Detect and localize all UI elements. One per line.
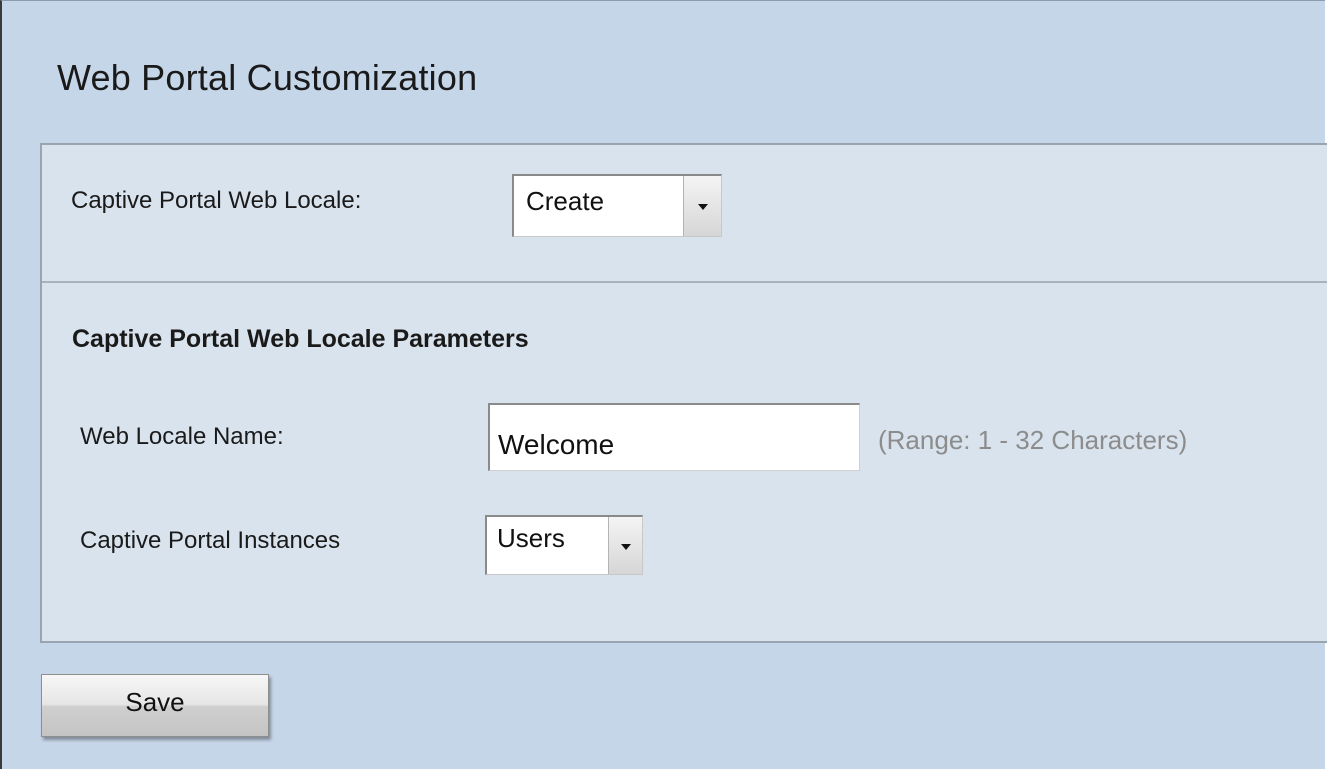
captive-portal-instances-select[interactable]: Users: [485, 515, 643, 575]
chevron-down-icon[interactable]: [683, 176, 721, 236]
captive-portal-instances-value: Users: [497, 523, 565, 553]
web-locale-select-value: Create: [526, 186, 605, 216]
web-locale-select[interactable]: Create: [512, 174, 722, 237]
captive-portal-instances-label: Captive Portal Instances: [80, 527, 341, 554]
web-locale-label: Captive Portal Web Locale:: [71, 187, 362, 214]
web-locale-name-label: Web Locale Name:: [80, 423, 284, 450]
save-button[interactable]: Save: [41, 674, 269, 737]
chevron-down-icon[interactable]: [608, 517, 642, 574]
web-portal-customization-page: Web Portal Customization Captive Portal …: [0, 0, 1327, 769]
parameters-heading: Captive Portal Web Locale Parameters: [72, 325, 529, 353]
settings-panel: Captive Portal Web Locale: Create Captiv…: [40, 143, 1327, 643]
section-divider: [42, 281, 1327, 283]
web-locale-name-input[interactable]: [488, 403, 860, 471]
range-hint: (Range: 1 - 32 Characters): [878, 425, 1188, 455]
page-title: Web Portal Customization: [57, 57, 478, 98]
